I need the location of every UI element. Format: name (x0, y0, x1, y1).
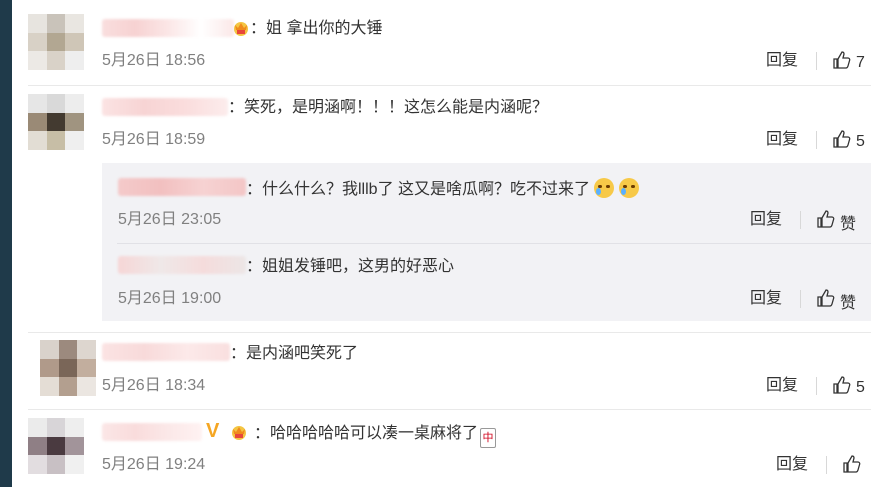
like-count: 5 (856, 378, 865, 396)
action-separator (826, 456, 827, 474)
crown-badge-icon (230, 423, 250, 443)
reply-button[interactable]: 回复 (766, 130, 798, 150)
thumbs-up-icon (842, 454, 862, 479)
username-blurred[interactable] (102, 343, 230, 361)
avatar[interactable] (28, 14, 84, 70)
divider (117, 243, 871, 244)
like-count: 7 (856, 53, 865, 71)
divider (28, 332, 871, 333)
window-edge (0, 0, 12, 487)
reply-text: ：姐姐发锤吧，这男的好恶心 (246, 258, 455, 275)
username-blurred[interactable] (102, 98, 228, 116)
avatar[interactable] (28, 418, 84, 474)
reply-text: ：什么什么？我lllb了 这又是啥瓜啊？吃不过来了 (246, 178, 639, 200)
reply-button[interactable]: 回复 (776, 455, 808, 475)
comment-text: ：姐 拿出你的大锤 (250, 20, 383, 37)
like-count: 5 (856, 132, 865, 150)
username-blurred[interactable] (102, 423, 202, 441)
thumbs-up-icon (816, 209, 836, 234)
reply-button[interactable]: 回复 (766, 376, 798, 396)
reply-button[interactable]: 回复 (750, 289, 782, 309)
like-button[interactable]: 赞 (816, 288, 856, 313)
comment-time: 5月26日 18:34 (102, 377, 206, 394)
comment-text: ：哈哈哈哈哈可以凑一桌麻将了中 (254, 424, 497, 448)
action-separator (800, 211, 801, 229)
reply-button[interactable]: 回复 (766, 51, 798, 71)
comment-text: ：是内涵吧笑死了 (230, 345, 359, 362)
action-separator (800, 290, 801, 308)
like-label: 赞 (840, 215, 857, 233)
laughing-crying-emoji (594, 178, 615, 198)
reply-time: 5月26日 23:05 (118, 211, 222, 228)
thumbs-up-icon (832, 375, 852, 400)
reply-text-content: ：什么什么？我lllb了 这又是啥瓜啊？吃不过来了 (246, 181, 591, 198)
like-button[interactable]: 赞 (816, 209, 856, 234)
laughing-crying-emoji (618, 178, 639, 198)
username-blurred[interactable] (118, 178, 246, 196)
divider (28, 85, 871, 86)
comment-time: 5月26日 19:24 (102, 456, 206, 473)
action-separator (816, 52, 817, 70)
like-button[interactable] (842, 454, 862, 479)
like-button[interactable]: 7 (832, 50, 865, 75)
avatar[interactable] (28, 94, 84, 150)
divider (28, 409, 871, 410)
comment-text-content: ：哈哈哈哈哈可以凑一桌麻将了 (254, 425, 479, 442)
like-button[interactable]: 5 (832, 375, 865, 400)
thumbs-up-icon (832, 129, 852, 154)
like-button[interactable]: 5 (832, 129, 865, 154)
crown-badge-icon (232, 19, 252, 39)
username-blurred[interactable] (118, 256, 246, 274)
username-blurred[interactable] (102, 19, 234, 37)
action-separator (816, 377, 817, 395)
comment-time: 5月26日 18:56 (102, 52, 206, 69)
reply-time: 5月26日 19:00 (118, 290, 222, 307)
thumbs-up-icon (816, 288, 836, 313)
action-separator (816, 131, 817, 149)
reply-button[interactable]: 回复 (750, 210, 782, 230)
comment-time: 5月26日 18:59 (102, 131, 206, 148)
comment-text: ：笑死，是明涵啊！！！这怎么能是内涵呢？ (228, 99, 549, 116)
avatar[interactable] (40, 340, 96, 396)
thumbs-up-icon (832, 50, 852, 75)
like-label: 赞 (840, 294, 857, 312)
verified-v-icon: V (206, 420, 220, 442)
mahjong-tile-icon: 中 (480, 428, 497, 448)
